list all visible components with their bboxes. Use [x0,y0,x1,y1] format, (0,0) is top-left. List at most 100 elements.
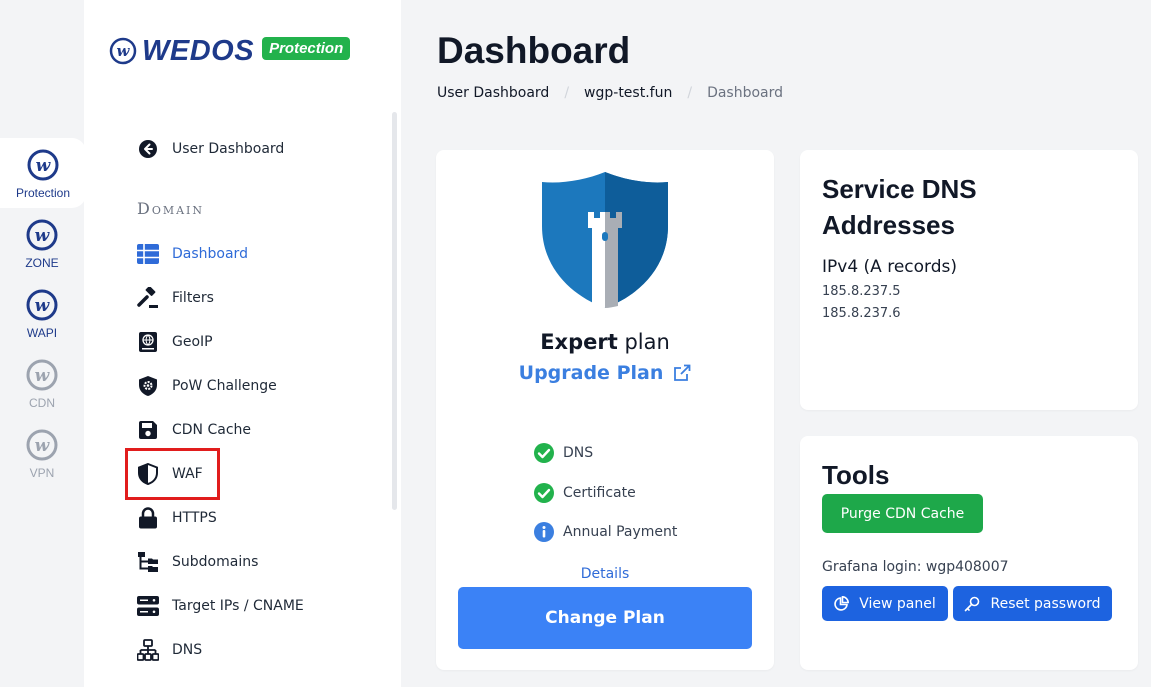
nav-label: CDN Cache [172,422,252,438]
feature-annual-payment: Annual Payment [533,521,677,543]
sidebar-scrollbar[interactable] [392,112,397,510]
wedos-logo-icon: w [26,219,58,251]
breadcrumb-current: Dashboard [707,85,784,101]
floppy-disk-icon [136,418,160,442]
svg-text:w: w [36,156,52,176]
reset-password-label: Reset password [990,595,1101,612]
brand-logo[interactable]: w WEDOS Protection [108,34,351,68]
rail-label: Protection [15,186,71,200]
info-circle-icon [534,522,554,542]
dns-ip-2: 185.8.237.6 [822,306,901,321]
upgrade-label: Upgrade Plan [518,362,664,384]
globe-book-icon [136,330,160,354]
breadcrumb-user-dashboard[interactable]: User Dashboard [437,85,549,101]
feature-label: Certificate [563,485,636,501]
upgrade-plan-link[interactable]: Upgrade Plan [436,362,774,384]
folder-tree-icon [136,550,160,574]
expert-shield-icon [542,172,668,308]
purge-cdn-cache-button[interactable]: Purge CDN Cache [822,494,983,533]
waf-highlight-box [125,448,220,500]
plan-tier: Expert [540,330,618,354]
arrow-left-circle-icon [136,137,160,161]
wedos-logo-icon: w [26,289,58,321]
sidebar-item-filters[interactable]: Filters [136,286,214,310]
rail-label: CDN [29,396,55,410]
nav-label: Target IPs / CNAME [172,598,304,614]
nav-label: Filters [172,290,214,306]
plan-suffix: plan [624,330,670,354]
nav-label: User Dashboard [172,141,285,157]
back-to-user-dashboard[interactable]: User Dashboard [136,137,284,161]
external-link-icon [674,364,691,381]
check-circle-icon [534,443,554,463]
rail-item-wapi[interactable]: w WAPI [0,288,84,340]
breadcrumb-domain[interactable]: wgp-test.fun [584,85,672,101]
wedos-logo-icon: w [109,37,137,65]
svg-text:w: w [35,226,51,246]
breadcrumb-separator: / [687,85,693,101]
tools-card-title: Tools [822,460,890,490]
nav-label: Dashboard [172,246,248,262]
breadcrumb: User Dashboard / wgp-test.fun / Dashboar… [437,85,783,101]
grafana-login-text: Grafana login: wgp408007 [822,559,1009,575]
tools-card: Tools Purge CDN Cache Grafana login: wgp… [800,436,1138,670]
brand-name: WEDOS [142,34,255,67]
svg-text:w: w [35,366,51,386]
rail-item-cdn[interactable]: w CDN [0,358,84,410]
dns-card-title-line2: Addresses [822,210,955,240]
view-panel-label: View panel [859,595,936,612]
reset-password-button[interactable]: Reset password [953,586,1112,621]
feature-certificate: Certificate [533,482,636,504]
nav-label: GeoIP [172,334,213,350]
sidebar-item-subdomains[interactable]: Subdomains [136,550,258,574]
dns-card-title-line1: Service DNS [822,174,977,204]
sidebar-item-cdn-cache[interactable]: CDN Cache [136,418,251,442]
wedos-logo-icon: w [26,429,58,461]
key-icon [964,596,980,612]
rail-item-vpn[interactable]: w VPN [0,428,84,480]
feature-dns: DNS [533,442,593,464]
change-plan-button[interactable]: Change Plan [458,587,752,649]
lock-icon [136,506,160,530]
nav-label: HTTPS [172,510,217,526]
breadcrumb-separator: / [564,85,570,101]
plan-card: Expert plan Upgrade Plan DNS Certificate… [436,150,774,670]
network-icon [136,638,160,662]
rail-label: WAPI [26,326,58,340]
rail-item-zone[interactable]: w ZONE [0,218,84,270]
sidebar-item-target-ips[interactable]: Target IPs / CNAME [136,594,304,618]
wedos-logo-icon: w [26,359,58,391]
dns-subtitle: IPv4 (A records) [822,257,958,277]
feature-label: DNS [563,445,594,461]
svg-text:w: w [35,296,51,316]
pie-chart-icon [834,596,850,611]
rail-label: ZONE [25,256,59,270]
feature-label: Annual Payment [563,524,678,540]
sidebar-item-pow-challenge[interactable]: PoW Challenge [136,374,277,398]
nav-label: Subdomains [172,554,259,570]
service-dns-card: Service DNS Addresses IPv4 (A records) 1… [800,150,1138,410]
shield-gear-icon [136,374,160,398]
gavel-icon [136,286,160,310]
sidebar-item-https[interactable]: HTTPS [136,506,217,530]
brand-badge: Protection [262,36,351,60]
server-icon [136,594,160,618]
rail-item-protection[interactable]: w Protection [0,138,86,208]
sidebar-item-dashboard[interactable]: Dashboard [136,242,248,266]
section-label-domain: Domain [137,199,205,218]
page-title: Dashboard [437,30,631,71]
sidebar-item-geoip[interactable]: GeoIP [136,330,213,354]
nav-label: DNS [172,642,203,658]
wedos-logo-icon: w [27,149,59,181]
check-circle-icon [534,483,554,503]
plan-name: Expert plan [436,330,774,354]
table-list-icon [136,242,160,266]
view-panel-button[interactable]: View panel [822,586,948,621]
sidebar: w WEDOS Protection User Dashboard Domain… [84,0,401,687]
product-rail: w Protection w ZONE w WAPI w CDN w VPN [0,0,86,687]
svg-text:w: w [35,436,51,456]
sidebar-item-dns[interactable]: DNS [136,638,202,662]
details-link[interactable]: Details [436,566,774,582]
dns-ip-1: 185.8.237.5 [822,284,901,299]
svg-text:w: w [117,42,131,60]
